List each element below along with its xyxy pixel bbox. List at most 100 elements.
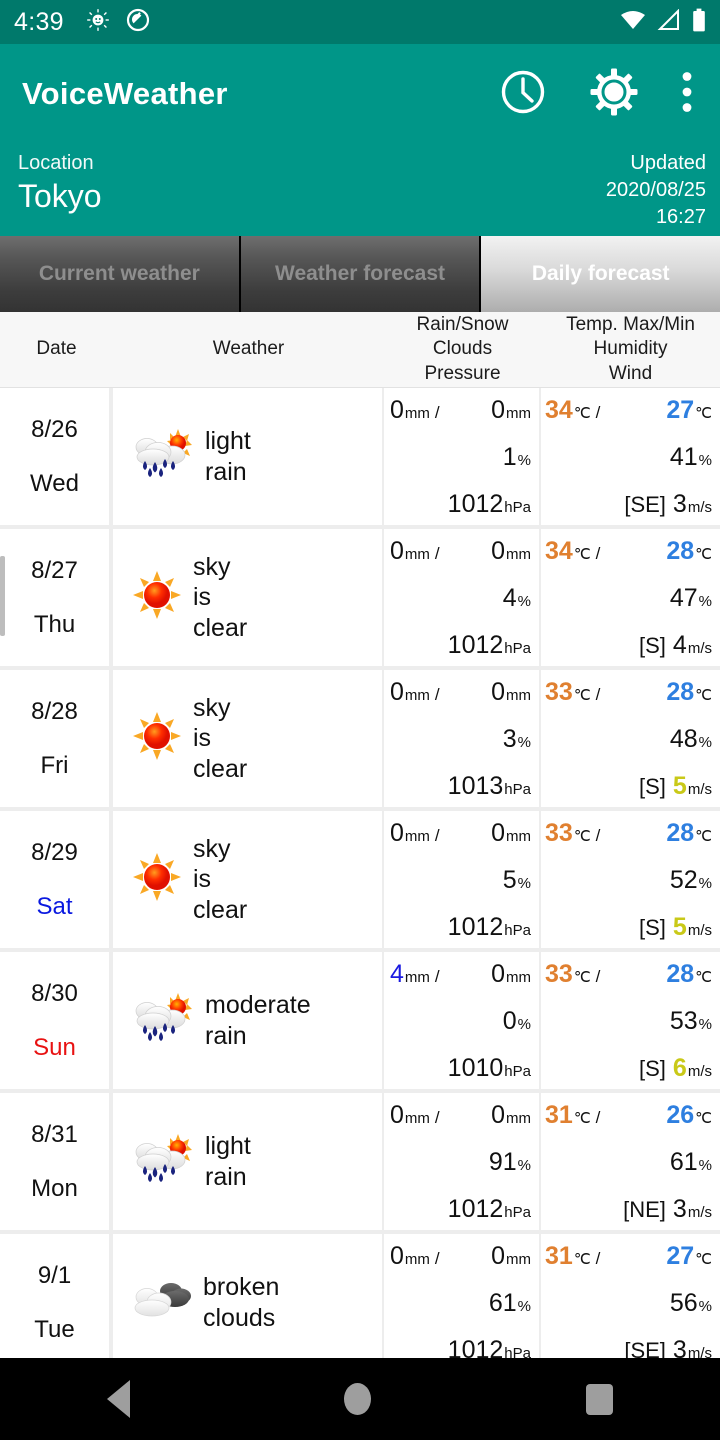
row-wind-speed: 5 bbox=[672, 913, 687, 941]
table-row[interactable]: 8/29 Sat sky is clear 0mm/ 0mm 5 % 1012 … bbox=[0, 811, 720, 952]
column-header-rain-line1: Rain/Snow bbox=[416, 314, 509, 336]
row-humidity: 48% bbox=[669, 725, 712, 753]
tab-daily-forecast[interactable]: Daily forecast bbox=[481, 236, 720, 312]
row-humidity-value: 53 bbox=[669, 1007, 698, 1035]
row-humidity-value: 61 bbox=[669, 1148, 698, 1176]
row-rain-value: 0 bbox=[390, 537, 404, 565]
row-temp-min: 28 bbox=[666, 960, 695, 988]
location-block: Location Tokyo bbox=[18, 150, 102, 236]
row-wind-direction: [S] bbox=[639, 1056, 666, 1081]
row-temp-max: 33 bbox=[545, 678, 573, 706]
row-pressure-value: 1013 bbox=[447, 772, 504, 800]
row-temp-min: 28 bbox=[666, 819, 695, 847]
row-pressure: 1012 hPa bbox=[390, 1336, 531, 1358]
row-precipitation: 0mm/ 0mm bbox=[390, 1242, 531, 1270]
row-temperature: 33℃/ 28℃ bbox=[545, 678, 712, 706]
table-row[interactable]: 9/1 Tue broken clouds 0mm/ 0mm 61 % 1012… bbox=[0, 1234, 720, 1358]
wifi-icon bbox=[620, 9, 646, 36]
row-temp-max: 33 bbox=[545, 960, 573, 988]
row-precipitation: 0mm/ 0mm bbox=[390, 1101, 531, 1129]
row-date: 8/29 bbox=[31, 838, 78, 866]
cell-date: 9/1 Tue bbox=[0, 1234, 113, 1358]
row-snow-value: 0 bbox=[491, 396, 505, 424]
row-humidity-value: 52 bbox=[669, 866, 698, 894]
row-clouds: 4% bbox=[502, 584, 531, 612]
row-temp-min: 28 bbox=[666, 678, 695, 706]
row-clouds: 91% bbox=[488, 1148, 531, 1176]
row-date: 8/26 bbox=[31, 415, 78, 443]
vertical-scrollbar[interactable] bbox=[0, 556, 5, 636]
cell-temp-humidity-wind: 31℃/ 27℃ 56% [SE] 3 m/s bbox=[541, 1234, 720, 1358]
row-condition: light rain bbox=[205, 1132, 251, 1191]
location-value: Tokyo bbox=[18, 178, 102, 214]
cell-weather: sky is clear bbox=[113, 811, 384, 948]
row-precipitation: 0mm/ 0mm bbox=[390, 396, 531, 424]
column-header-date-line1: Date bbox=[36, 338, 77, 360]
table-row[interactable]: 8/28 Fri sky is clear 0mm/ 0mm 3 % 1013 … bbox=[0, 670, 720, 811]
row-rain-value: 0 bbox=[390, 678, 404, 706]
row-clouds-value: 91 bbox=[488, 1148, 517, 1176]
cell-weather: light rain bbox=[113, 388, 384, 525]
row-pressure-value: 1012 bbox=[447, 631, 504, 659]
tab-current-weather-label: Current weather bbox=[38, 262, 200, 285]
row-humidity-value: 56 bbox=[669, 1289, 698, 1317]
cell-date: 8/26 Wed bbox=[0, 388, 113, 525]
cell-date: 8/30 Sun bbox=[0, 952, 113, 1089]
clock-icon[interactable] bbox=[500, 69, 546, 120]
cell-weather: sky is clear bbox=[113, 670, 384, 807]
row-humidity: 53% bbox=[669, 1007, 712, 1035]
cell-weather: broken clouds bbox=[113, 1234, 384, 1358]
cell-weather: light rain bbox=[113, 1093, 384, 1230]
tab-current-weather[interactable]: Current weather bbox=[0, 236, 241, 312]
bug-sun-icon bbox=[86, 8, 110, 37]
row-clouds: 1% bbox=[502, 443, 531, 471]
row-clouds: 0% bbox=[502, 1007, 531, 1035]
row-clouds: 61% bbox=[488, 1289, 531, 1317]
recents-icon[interactable] bbox=[585, 1383, 613, 1415]
table-column-headers: Date Weather Rain/Snow Clouds Pressure T… bbox=[0, 312, 720, 388]
row-wind-direction: [SE] bbox=[624, 1338, 666, 1358]
row-wind: [SE] 3 m/s bbox=[545, 1336, 712, 1358]
row-temp-min: 26 bbox=[666, 1101, 695, 1129]
forecast-table[interactable]: 8/26 Wed light rain 0mm / 0mm 1 % 1012 h… bbox=[0, 388, 720, 1358]
row-clouds-value: 4 bbox=[502, 584, 517, 612]
home-icon[interactable] bbox=[344, 1383, 372, 1415]
row-precipitation: 0mm/ 0mm bbox=[390, 819, 531, 847]
row-wind-direction: [S] bbox=[639, 633, 666, 658]
table-row[interactable]: 8/31 Mon light rain 0mm / 0mm 91 % 1012 … bbox=[0, 1093, 720, 1234]
row-humidity: 56% bbox=[669, 1289, 712, 1317]
app-title: VoiceWeather bbox=[22, 76, 228, 111]
row-snow-value: 0 bbox=[491, 819, 505, 847]
row-wind-speed: 6 bbox=[672, 1054, 687, 1082]
column-header-rain: Rain/Snow Clouds Pressure bbox=[384, 312, 541, 387]
row-rain-value: 0 bbox=[390, 396, 404, 424]
tab-bar: Current weather Weather forecast Daily f… bbox=[0, 236, 720, 312]
row-condition: broken clouds bbox=[203, 1273, 280, 1332]
row-temp-max: 33 bbox=[545, 819, 573, 847]
cell-rain-clouds-pressure: 0mm/ 0mm 61% 1012 hPa bbox=[384, 1234, 541, 1358]
row-humidity: 47% bbox=[669, 584, 712, 612]
table-row[interactable]: 8/26 Wed light rain 0mm / 0mm 1 % 1012 h… bbox=[0, 388, 720, 529]
status-bar-notification-icons bbox=[86, 8, 150, 37]
gear-icon[interactable] bbox=[590, 68, 638, 121]
row-precipitation: 4mm/ 0mm bbox=[390, 960, 531, 988]
table-row[interactable]: 8/27 Thu sky is clear 0mm/ 0mm 4 % 1012 … bbox=[0, 529, 720, 670]
cell-temp-humidity-wind: 34℃/ 28℃ 47% [S] 4 m/s bbox=[541, 529, 720, 666]
column-header-temp: Temp. Max/Min Humidity Wind bbox=[541, 312, 720, 387]
table-row[interactable]: 8/30 Sun moderate rain 4mm / 0mm 0 % 101… bbox=[0, 952, 720, 1093]
row-temp-min: 27 bbox=[666, 1242, 695, 1270]
updated-date: 2020/08/25 bbox=[605, 179, 706, 201]
app-bar-actions bbox=[500, 68, 698, 121]
cell-temp-humidity-wind: 33℃/ 28℃ 48% [S] 5 m/s bbox=[541, 670, 720, 807]
cell-temp-humidity-wind: 34℃/ 27℃ 41% [SE] 3 m/s bbox=[541, 388, 720, 525]
tab-weather-forecast[interactable]: Weather forecast bbox=[240, 236, 482, 312]
row-pressure-value: 1012 bbox=[447, 1195, 504, 1223]
cell-rain-clouds-pressure: 0mm/ 0mm 3% 1013 hPa bbox=[384, 670, 541, 807]
row-wind-speed: 5 bbox=[672, 772, 687, 800]
overflow-menu-icon[interactable] bbox=[682, 71, 692, 118]
cell-rain-clouds-pressure: 4mm/ 0mm 0% 1010 hPa bbox=[384, 952, 541, 1089]
back-icon[interactable] bbox=[107, 1380, 131, 1418]
row-humidity-value: 47 bbox=[669, 584, 698, 612]
row-pressure: 1010 hPa bbox=[447, 1054, 531, 1082]
row-snow-value: 0 bbox=[491, 678, 505, 706]
